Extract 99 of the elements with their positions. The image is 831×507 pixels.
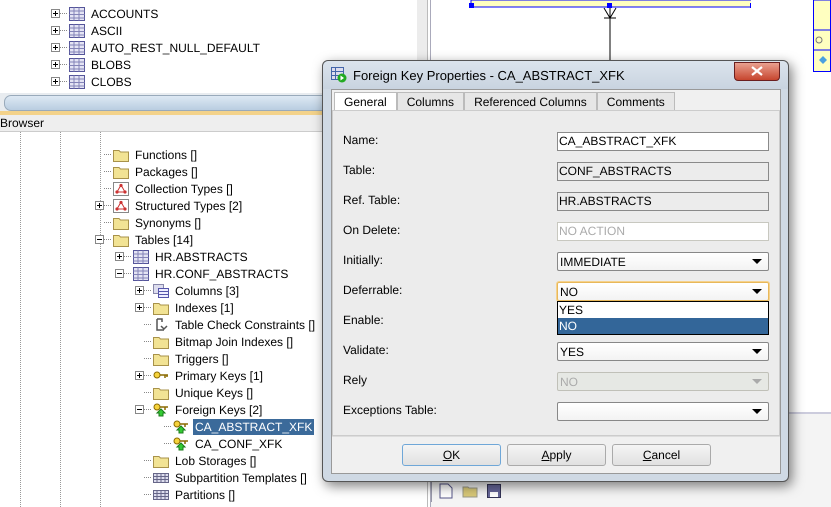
tree-item[interactable]: Structured Types [2] xyxy=(133,198,244,214)
table-arrow-icon xyxy=(331,67,347,83)
tree-item[interactable]: Partitions [] xyxy=(173,486,238,502)
tree-item[interactable]: Foreign Keys [2] xyxy=(173,402,264,418)
table-icon xyxy=(69,58,85,72)
field-label: Enable: xyxy=(343,313,385,327)
key-arrow-icon xyxy=(173,436,189,450)
text-field[interactable]: CONF_ABSTRACTS xyxy=(557,162,769,181)
tree-item[interactable]: Packages [] xyxy=(133,164,200,180)
tree-item[interactable]: Triggers [] xyxy=(173,350,231,366)
tree-item[interactable]: CLOBS xyxy=(89,74,134,90)
close-icon xyxy=(751,66,763,76)
tree-item[interactable]: Functions [] xyxy=(133,146,200,162)
tree-item[interactable]: Lob Storages [] xyxy=(173,452,258,468)
tree-item[interactable]: AUTO_REST_NULL_DEFAULT xyxy=(89,40,262,56)
tab[interactable]: Referenced Columns xyxy=(464,92,597,110)
tree-item[interactable]: CA_ABSTRACT_XFK xyxy=(193,418,314,434)
caret-icon xyxy=(752,348,762,354)
folder-icon xyxy=(153,334,169,348)
field-label: Ref. Table: xyxy=(343,193,402,207)
expand-toggle-icon[interactable] xyxy=(51,9,60,18)
node-graph-icon xyxy=(113,182,129,196)
node-graph-icon xyxy=(113,198,129,212)
text-field[interactable]: CA_ABSTRACT_XFK xyxy=(557,132,769,151)
table-icon xyxy=(133,250,149,264)
expand-toggle-icon[interactable] xyxy=(115,269,124,278)
tree-item[interactable]: Primary Keys [1] xyxy=(173,368,266,384)
expand-toggle-icon[interactable] xyxy=(135,371,144,380)
dropdown[interactable]: YES xyxy=(557,342,769,361)
field-label: On Delete: xyxy=(343,223,402,237)
caret-icon xyxy=(752,258,762,264)
dialog-button[interactable]: Cancel xyxy=(612,444,711,466)
folder-icon xyxy=(113,164,129,178)
tree-item[interactable]: Indexes [1] xyxy=(173,300,236,316)
tree-item[interactable]: Columns [3] xyxy=(173,282,242,298)
grid-icon xyxy=(153,470,169,484)
table-icon xyxy=(69,24,85,38)
text-field[interactable]: HR.ABSTRACTS xyxy=(557,192,769,211)
folder-icon xyxy=(113,232,129,246)
tree-item[interactable]: ACCOUNTS xyxy=(89,6,160,22)
expand-toggle-icon[interactable] xyxy=(135,286,144,295)
grid-icon xyxy=(153,488,169,502)
table-icon xyxy=(69,74,85,88)
expand-toggle-icon[interactable] xyxy=(95,201,104,210)
expand-toggle-icon[interactable] xyxy=(135,405,144,414)
tab[interactable]: Columns xyxy=(396,92,464,110)
expand-toggle-icon[interactable] xyxy=(135,303,144,312)
caret-icon xyxy=(752,378,762,384)
dropdown[interactable] xyxy=(557,402,769,421)
field-label: Deferrable: xyxy=(343,283,404,297)
close-button[interactable] xyxy=(734,62,780,80)
entity-drawing xyxy=(813,0,831,72)
dialog-button[interactable]: OK xyxy=(402,444,501,466)
tree-item[interactable]: HR.CONF_ABSTRACTS xyxy=(153,266,290,282)
field-label: Initially: xyxy=(343,253,384,267)
expand-toggle-icon[interactable] xyxy=(51,77,60,86)
expand-toggle-icon[interactable] xyxy=(51,26,60,35)
field-label: Table: xyxy=(343,163,376,177)
dropdown-option[interactable]: YES xyxy=(558,302,768,318)
expand-toggle-icon[interactable] xyxy=(95,235,104,244)
folder-icon xyxy=(153,300,169,314)
folder-icon xyxy=(153,386,169,400)
dropdown[interactable]: IMMEDIATE xyxy=(557,252,769,271)
window-title: Foreign Key Properties - CA_ABSTRACT_XFK xyxy=(353,68,626,82)
tree-item[interactable]: HR.ABSTRACTS xyxy=(153,248,250,264)
field-label: Validate: xyxy=(343,343,390,357)
folder-icon xyxy=(153,352,169,366)
tree-item[interactable]: Table Check Constraints [] xyxy=(173,316,318,332)
dialog-button[interactable]: Apply xyxy=(507,444,606,466)
tree-item[interactable]: Synonyms [] xyxy=(133,214,204,230)
tab[interactable]: Comments xyxy=(596,92,675,110)
tree-item[interactable]: CA_CONF_XFK xyxy=(193,436,284,452)
dropdown-option[interactable]: NO xyxy=(558,318,768,334)
tree-item[interactable]: Collection Types [] xyxy=(133,180,235,196)
caret-icon xyxy=(752,288,762,294)
key-arrow-icon xyxy=(153,402,169,416)
key-arrow-icon xyxy=(173,420,189,434)
table-icon xyxy=(69,40,85,54)
save-icon[interactable] xyxy=(486,483,502,499)
tree-item[interactable]: ASCII xyxy=(89,22,124,38)
expand-toggle-icon[interactable] xyxy=(51,43,60,52)
tree-item[interactable]: BLOBS xyxy=(89,56,134,72)
tree-item[interactable]: Subpartition Templates [] xyxy=(173,470,309,486)
expand-toggle-icon[interactable] xyxy=(115,252,124,261)
field-label: Rely xyxy=(343,373,368,387)
tree-item[interactable]: Tables [14] xyxy=(133,232,196,248)
columns-icon xyxy=(153,284,169,298)
field-label: Name: xyxy=(343,133,380,147)
tree-item[interactable]: Bitmap Join Indexes [] xyxy=(173,334,296,350)
folder-icon xyxy=(113,216,129,230)
tab[interactable]: General xyxy=(334,92,397,110)
tree-item[interactable]: Unique Keys [] xyxy=(173,384,256,400)
table-icon xyxy=(69,6,85,20)
field-label: Exceptions Table: xyxy=(343,403,438,417)
table-icon xyxy=(133,266,149,280)
folder-icon xyxy=(113,148,129,162)
expand-toggle-icon[interactable] xyxy=(51,60,60,69)
dropdown[interactable]: NO xyxy=(557,282,769,301)
folder-icon xyxy=(153,454,169,468)
